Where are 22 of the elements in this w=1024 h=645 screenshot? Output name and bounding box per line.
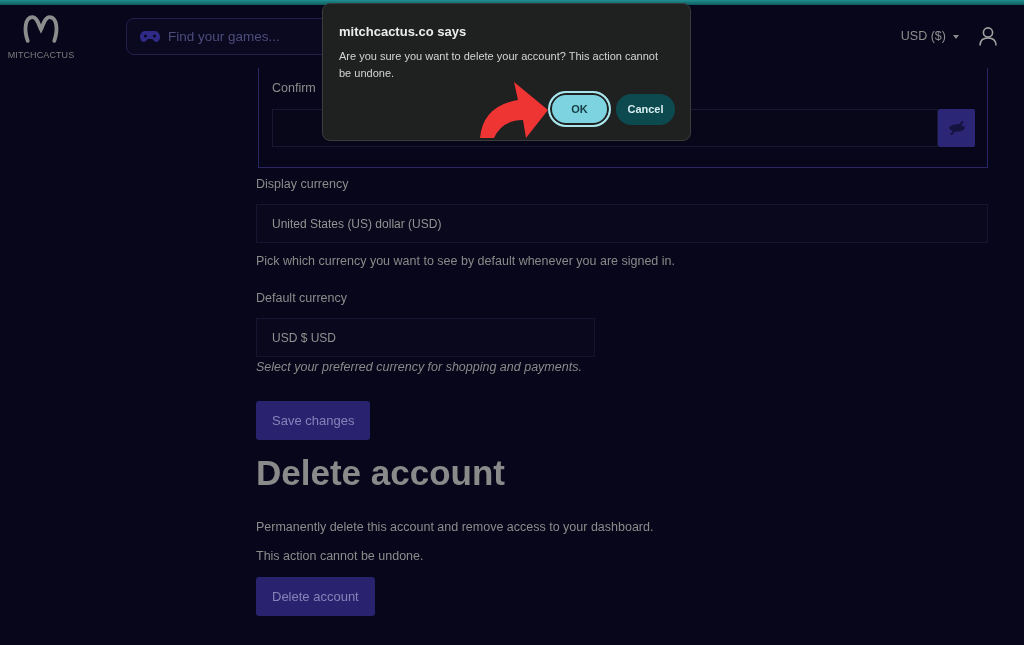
save-button[interactable]: Save changes (256, 401, 371, 440)
help-text: Pick which currency you want to see by default whenever you are signed in. (256, 253, 675, 269)
dialog-button[interactable]: Cancel (616, 93, 675, 125)
gamepad-icon (140, 31, 160, 42)
eye-slash-icon (947, 121, 966, 135)
currency-select[interactable]: USD $ USD (256, 318, 595, 357)
curved-arrow-icon (478, 80, 550, 140)
user-icon[interactable] (979, 27, 997, 46)
field-label: Display currency (256, 176, 349, 192)
caret-icon (953, 34, 959, 39)
currency-select[interactable]: United States (US) dollar (USD) (256, 204, 988, 243)
logo-icon[interactable] (22, 12, 60, 44)
paragraph-text: This action cannot be undone. (256, 548, 424, 564)
section-heading: Delete account (256, 454, 505, 492)
delete-account-button[interactable]: Delete account (256, 577, 375, 616)
paragraph-text: Permanently delete this account and remove access to your dashboard. (256, 519, 654, 535)
field-label: Default currency (256, 290, 347, 306)
logo-text: MITCHCACTUS (7, 49, 75, 61)
help-text: Select your preferred currency for shopping and payments. (256, 359, 582, 375)
field-label: Confirm (272, 80, 316, 96)
dialog-button[interactable]: OK (548, 91, 611, 127)
currency-menu[interactable]: USD ($) (900, 27, 959, 46)
